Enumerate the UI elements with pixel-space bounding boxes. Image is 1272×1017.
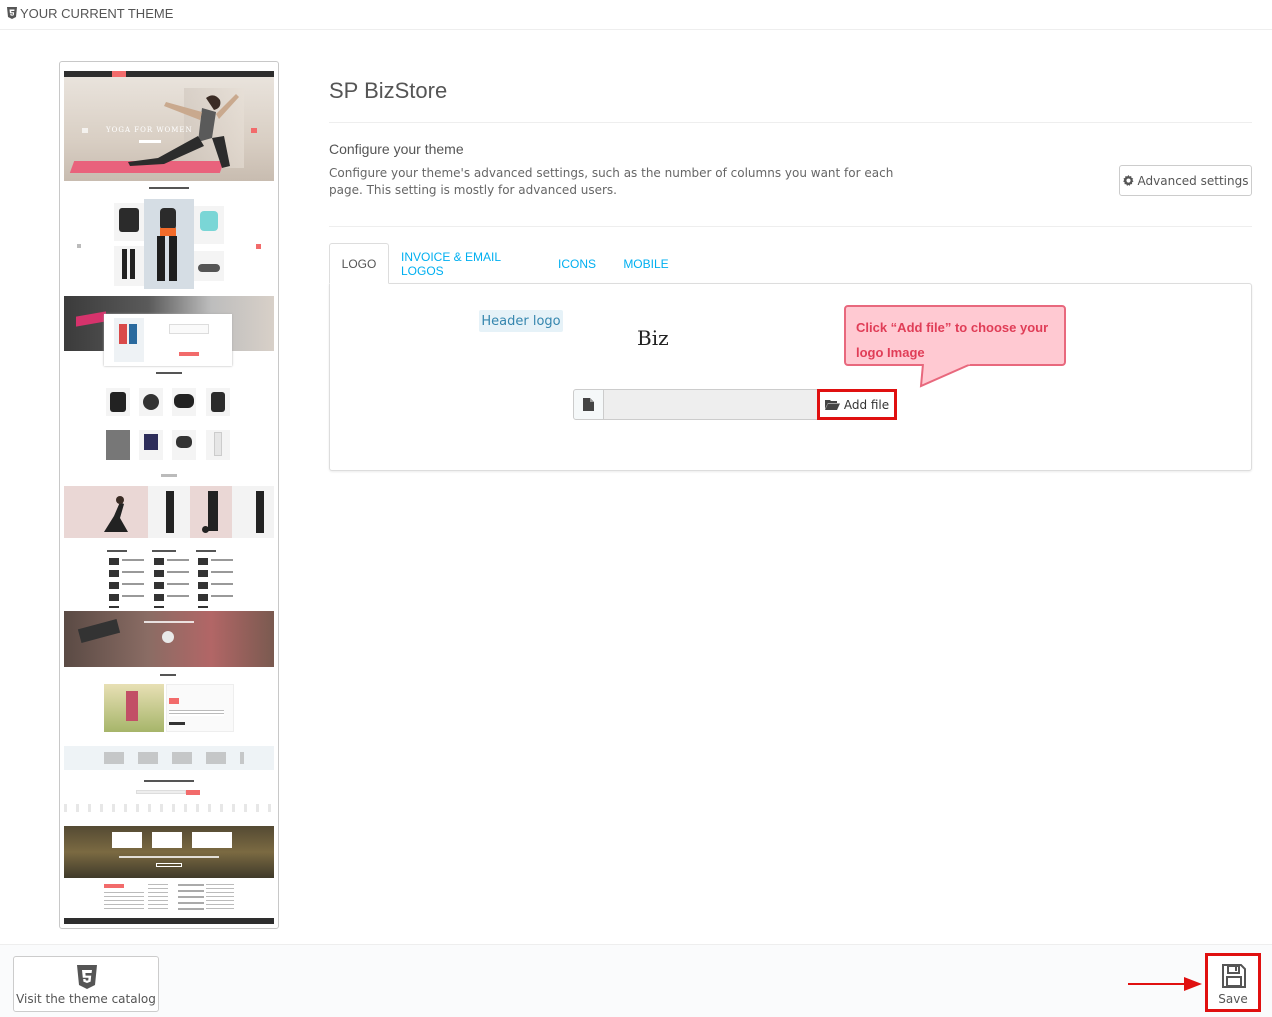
visit-theme-catalog-button[interactable]: Visit the theme catalog — [13, 956, 159, 1012]
file-icon — [583, 398, 594, 411]
html5-icon — [7, 7, 17, 19]
callout-line-2: logo Image — [856, 345, 925, 360]
logo-tabs: LOGO INVOICE & EMAIL LOGOS ICONS MOBILE — [329, 243, 1252, 284]
advanced-settings-label: Advanced settings — [1137, 173, 1249, 188]
logo-tab-panel — [329, 283, 1252, 471]
save-button[interactable]: Save — [1205, 953, 1261, 1012]
tab-icons[interactable]: ICONS — [555, 243, 599, 284]
divider — [329, 226, 1252, 227]
arrow-right-icon — [1128, 977, 1202, 991]
preview-hero-text: YOGA FOR WOMEN — [106, 126, 193, 134]
header-logo-label: Header logo — [479, 310, 563, 332]
file-icon-addon — [573, 389, 604, 420]
panel-title: YOUR CURRENT THEME — [20, 6, 174, 21]
html5-icon — [77, 965, 97, 989]
gear-icon — [1122, 175, 1134, 186]
advanced-settings-button[interactable]: Advanced settings — [1119, 165, 1252, 196]
logo-file-name-input[interactable] — [603, 389, 819, 420]
theme-name: SP BizStore — [329, 78, 448, 103]
tab-mobile[interactable]: MOBILE — [619, 243, 673, 284]
panel-footer — [0, 944, 1272, 1017]
logo-file-upload: Add file — [573, 389, 897, 420]
add-file-button[interactable]: Add file — [817, 389, 897, 420]
current-logo-preview: Biz — [637, 326, 669, 350]
callout-pointer — [919, 364, 972, 388]
panel-heading: YOUR CURRENT THEME — [0, 0, 1272, 30]
configure-description: Configure your theme's advanced settings… — [329, 166, 894, 197]
add-file-label: Add file — [843, 397, 890, 412]
callout-line-1: Click “Add file” to choose your — [856, 320, 1049, 335]
add-file-callout: Click “Add file” to choose your logo Ima… — [844, 305, 1066, 366]
visit-theme-catalog-label: Visit the theme catalog — [16, 992, 156, 1006]
save-label: Save — [1218, 992, 1248, 1006]
configure-title: Configure your theme — [329, 141, 464, 157]
folder-open-icon — [824, 400, 840, 410]
save-icon — [1222, 964, 1246, 988]
tab-logo[interactable]: LOGO — [329, 243, 389, 284]
divider — [329, 122, 1252, 123]
tab-invoice-email-logos[interactable]: INVOICE & EMAIL LOGOS — [401, 243, 526, 284]
theme-preview-image: YOGA FOR WOMEN — [59, 61, 279, 929]
